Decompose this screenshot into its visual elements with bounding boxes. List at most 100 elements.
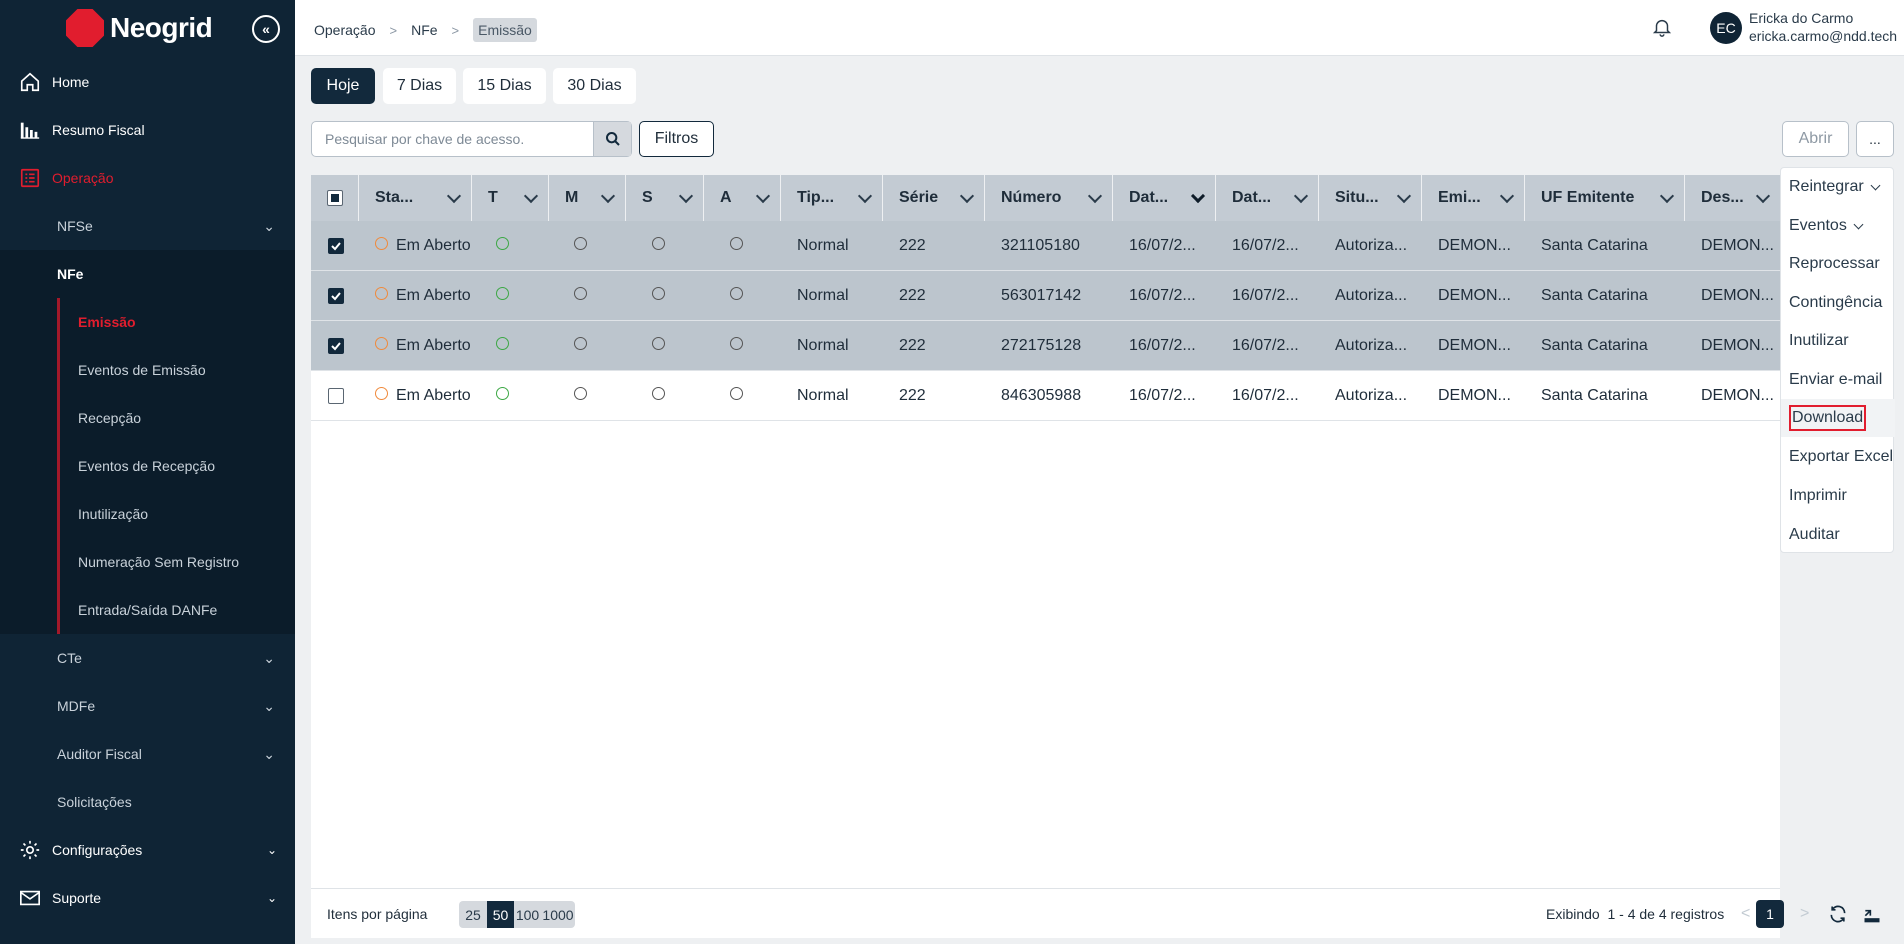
- cell-uf: Santa Catarina: [1541, 237, 1648, 254]
- row-checkbox[interactable]: [328, 338, 344, 354]
- tab-hoje[interactable]: Hoje: [311, 68, 375, 104]
- row-checkbox[interactable]: [328, 238, 344, 254]
- sidebar-item-nfe[interactable]: NFe: [0, 250, 295, 298]
- column-header-status[interactable]: Sta...: [359, 175, 472, 221]
- table-row[interactable]: Em Aberto Normal 222 321105180 16/07/2..…: [311, 221, 1780, 271]
- csv-export-icon[interactable]: [1862, 904, 1882, 924]
- table-row[interactable]: Em Aberto Normal 222 272175128 16/07/2..…: [311, 321, 1780, 371]
- sidebar-item-auditor-fiscal[interactable]: Auditor Fiscal ⌄: [0, 730, 295, 778]
- per-page-option-1000[interactable]: 1000: [541, 901, 575, 928]
- more-actions-button[interactable]: ...: [1856, 121, 1894, 157]
- column-header-numero[interactable]: Número: [985, 175, 1113, 221]
- circle-icon: [730, 336, 743, 350]
- menu-item-reintegrar[interactable]: Reintegrar: [1781, 168, 1895, 206]
- next-page-icon[interactable]: >: [1800, 905, 1809, 923]
- menu-item-eventos[interactable]: Eventos: [1781, 207, 1895, 245]
- sidebar-item-resumo-fiscal[interactable]: Resumo Fiscal: [0, 106, 295, 154]
- t-cell: [496, 371, 526, 421]
- sidebar-item-configuracoes[interactable]: Configurações ⌄: [0, 826, 295, 874]
- sidebar-item-nfse[interactable]: NFSe ⌄: [0, 202, 295, 250]
- menu-item-label: Reprocessar: [1789, 255, 1880, 272]
- column-header-situacao[interactable]: Situ...: [1319, 175, 1422, 221]
- sidebar-item-eventos-recepcao[interactable]: Eventos de Recepção: [57, 442, 295, 490]
- cell-tipo: Normal: [797, 287, 849, 304]
- green-circle-icon: [496, 236, 509, 250]
- sidebar-item-inutilizacao[interactable]: Inutilização: [57, 490, 295, 538]
- sidebar-item-mdfe[interactable]: MDFe ⌄: [0, 682, 295, 730]
- sidebar-item-emissao[interactable]: Emissão: [57, 298, 295, 346]
- tab-30-dias[interactable]: 30 Dias: [553, 68, 636, 104]
- cell-tipo: Normal: [797, 387, 849, 404]
- prev-page-icon[interactable]: <: [1741, 905, 1750, 923]
- per-page-option-25[interactable]: 25: [459, 901, 487, 928]
- select-all-checkbox[interactable]: [326, 190, 343, 206]
- menu-item-label: Imprimir: [1789, 487, 1847, 504]
- page-button-current[interactable]: 1: [1756, 900, 1784, 928]
- chevron-down-icon: [1087, 188, 1103, 204]
- menu-item-exportar-excel[interactable]: Exportar Excel: [1781, 438, 1895, 476]
- abrir-button[interactable]: Abrir: [1782, 121, 1849, 157]
- column-header-t[interactable]: T: [472, 175, 549, 221]
- sidebar-item-suporte[interactable]: Suporte ⌄: [0, 874, 295, 922]
- sidebar-item-entrada-saida-danfe[interactable]: Entrada/Saída DANFe: [57, 586, 295, 634]
- menu-item-contingencia[interactable]: Contingência: [1781, 284, 1895, 322]
- row-checkbox[interactable]: [328, 288, 344, 304]
- tab-15-dias[interactable]: 15 Dias: [463, 68, 546, 104]
- mail-icon: [18, 886, 42, 910]
- circle-icon: [652, 386, 665, 400]
- s-cell: [652, 321, 682, 371]
- sidebar-item-label: Configurações: [52, 842, 143, 858]
- column-header-data-autorizacao[interactable]: Dat...: [1216, 175, 1319, 221]
- a-cell: [730, 321, 760, 371]
- menu-item-label: Eventos: [1789, 217, 1847, 234]
- cell-situacao: Autoriza...: [1335, 337, 1408, 354]
- s-cell: [652, 221, 682, 271]
- sidebar-item-label: Operação: [52, 170, 114, 186]
- per-page-option-100[interactable]: 100: [514, 901, 541, 928]
- sidebar-item-label: Solicitações: [57, 794, 132, 810]
- column-header-destinatario[interactable]: Des...: [1685, 175, 1780, 221]
- row-checkbox[interactable]: [328, 388, 344, 404]
- chevron-down-icon: [523, 188, 539, 204]
- sidebar-item-recepcao[interactable]: Recepção: [57, 394, 295, 442]
- sidebar-item-home[interactable]: Home: [0, 58, 295, 106]
- breadcrumb-operacao[interactable]: Operação: [314, 22, 375, 38]
- column-header-a[interactable]: A: [704, 175, 781, 221]
- refresh-icon[interactable]: [1828, 904, 1848, 924]
- column-header-emitente[interactable]: Emi...: [1422, 175, 1525, 221]
- cell-numero: 563017142: [1001, 287, 1082, 304]
- bell-icon[interactable]: [1651, 16, 1673, 38]
- avatar[interactable]: EC: [1710, 12, 1742, 44]
- column-header-m[interactable]: M: [549, 175, 626, 221]
- sidebar-item-numeracao-sem-registro[interactable]: Numeração Sem Registro: [57, 538, 295, 586]
- sidebar-item-operacao[interactable]: Operação: [0, 154, 295, 202]
- column-header-tipo[interactable]: Tip...: [781, 175, 883, 221]
- search-input[interactable]: [312, 122, 593, 156]
- menu-item-imprimir[interactable]: Imprimir: [1781, 477, 1895, 515]
- sidebar-item-cte[interactable]: CTe ⌄: [0, 634, 295, 682]
- column-header-s[interactable]: S: [626, 175, 704, 221]
- menu-item-reprocessar[interactable]: Reprocessar: [1781, 245, 1895, 283]
- menu-item-enviar-email[interactable]: Enviar e-mail: [1781, 361, 1895, 399]
- m-cell: [574, 271, 604, 321]
- search-button[interactable]: [593, 122, 631, 156]
- column-header-serie[interactable]: Série: [883, 175, 985, 221]
- column-header-data-emissao[interactable]: Dat...: [1113, 175, 1216, 221]
- menu-item-label: Auditar: [1789, 526, 1840, 543]
- tab-7-dias[interactable]: 7 Dias: [383, 68, 456, 104]
- breadcrumb-nfe[interactable]: NFe: [411, 22, 437, 38]
- sidebar-item-solicitacoes[interactable]: Solicitações: [0, 778, 295, 826]
- chevron-down-icon: [1499, 188, 1515, 204]
- collapse-sidebar-button[interactable]: «: [252, 15, 280, 43]
- menu-item-inutilizar[interactable]: Inutilizar: [1781, 322, 1895, 360]
- column-header-uf-emitente[interactable]: UF Emitente: [1525, 175, 1685, 221]
- sidebar-item-eventos-emissao[interactable]: Eventos de Emissão: [57, 346, 295, 394]
- filtros-button[interactable]: Filtros: [639, 121, 714, 157]
- table-row[interactable]: Em Aberto Normal 222 846305988 16/07/2..…: [311, 371, 1780, 421]
- menu-item-auditar[interactable]: Auditar: [1781, 516, 1895, 554]
- table-row[interactable]: Em Aberto Normal 222 563017142 16/07/2..…: [311, 271, 1780, 321]
- chevron-down-icon: ⌄: [263, 649, 275, 666]
- menu-item-download[interactable]: Download: [1781, 399, 1895, 437]
- per-page-option-50[interactable]: 50: [487, 901, 514, 928]
- sidebar-item-label: Auditor Fiscal: [57, 746, 142, 762]
